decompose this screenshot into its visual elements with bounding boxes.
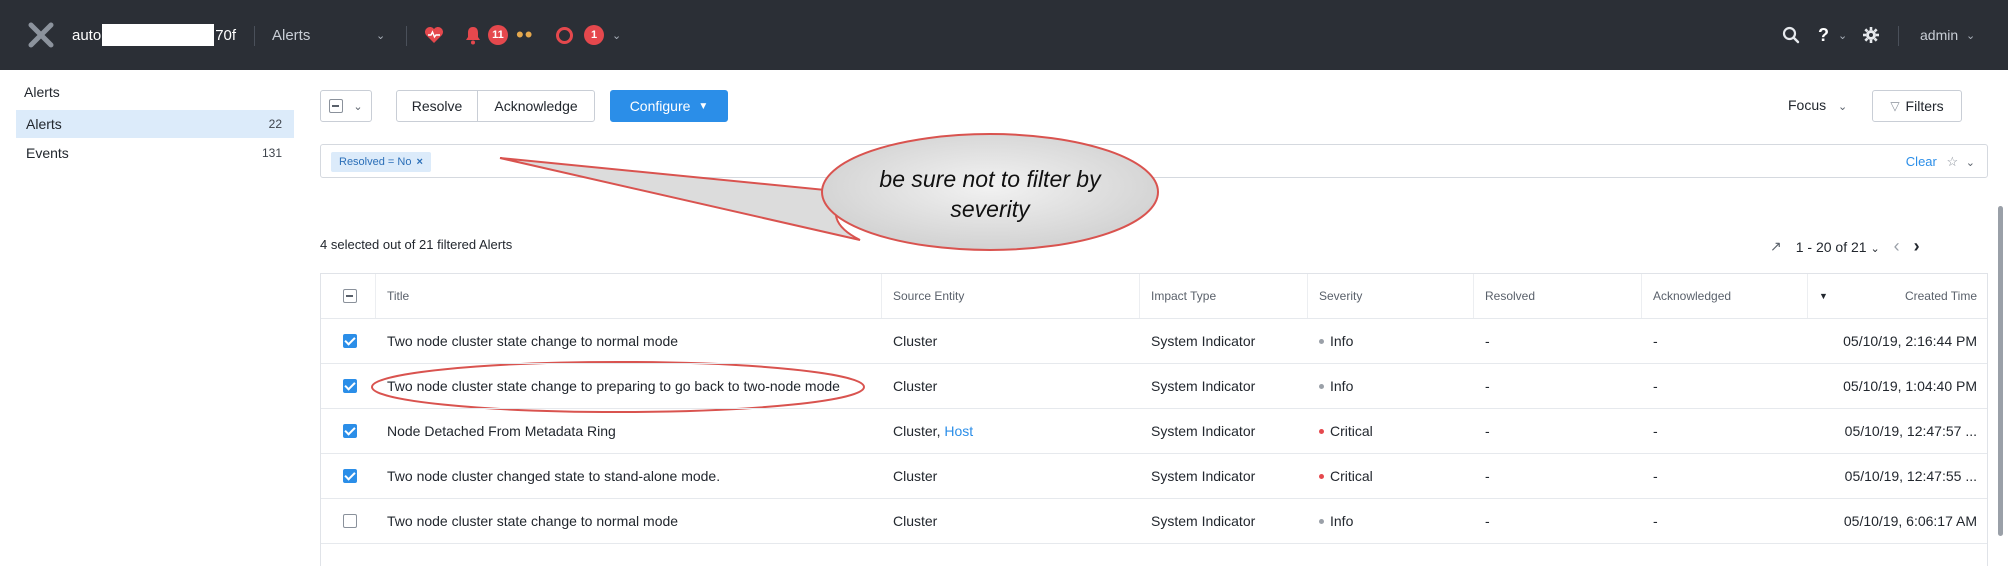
severity-dot-icon: [1319, 383, 1324, 389]
select-all-checkbox[interactable]: [343, 274, 357, 318]
row-checkbox[interactable]: [343, 409, 357, 453]
resolved-value: -: [1485, 423, 1490, 439]
severity-dot-icon: [1319, 338, 1324, 344]
row-checkbox[interactable]: [343, 319, 357, 363]
acknowledged-value: -: [1653, 468, 1658, 484]
source-entity: Cluster: [893, 513, 938, 529]
severity-dot-icon: [1319, 518, 1324, 524]
table-row[interactable]: Two node cluster changed state to stand-…: [321, 454, 1987, 499]
alert-title[interactable]: Node Detached From Metadata Ring: [387, 409, 616, 453]
severity-dot-icon: [1319, 428, 1324, 434]
severity: Critical: [1319, 409, 1373, 453]
alerts-table: Title Source Entity Impact Type Severity…: [320, 273, 1988, 566]
resolved-value: -: [1485, 468, 1490, 484]
column-header-impact-type[interactable]: Impact Type: [1151, 274, 1216, 318]
resolved-value: -: [1485, 333, 1490, 349]
impact-type: System Indicator: [1151, 513, 1256, 529]
row-checkbox[interactable]: [343, 364, 357, 408]
severity: Critical: [1319, 454, 1373, 498]
acknowledged-value: -: [1653, 423, 1658, 439]
alert-title[interactable]: Two node cluster state change to prepari…: [387, 364, 840, 408]
impact-type: System Indicator: [1151, 378, 1256, 394]
table-row[interactable]: Two node cluster state change to normal …: [321, 499, 1987, 544]
sort-descending-icon[interactable]: ▼: [1819, 274, 1828, 318]
column-header-title[interactable]: Title: [387, 274, 409, 318]
acknowledged-value: -: [1653, 513, 1658, 529]
created-time: 05/10/19, 12:47:57 ...: [1844, 423, 1977, 439]
source-entity: Cluster: [893, 378, 938, 394]
column-header-source-entity[interactable]: Source Entity: [893, 274, 964, 318]
pagination: ↗ 1 - 20 of 21 ⌄ ‹ ›: [1770, 236, 1920, 257]
vertical-scrollbar[interactable]: [1998, 206, 2003, 536]
table-row[interactable]: Two node cluster state change to prepari…: [321, 364, 1987, 409]
severity: Info: [1319, 364, 1353, 408]
severity: Info: [1319, 319, 1353, 363]
row-checkbox[interactable]: [343, 454, 357, 498]
selection-summary: 4 selected out of 21 filtered Alerts: [320, 237, 513, 252]
table-header-row: Title Source Entity Impact Type Severity…: [321, 274, 1987, 319]
alert-title[interactable]: Two node cluster state change to normal …: [387, 499, 678, 543]
column-header-acknowledged[interactable]: Acknowledged: [1653, 274, 1731, 318]
resolved-value: -: [1485, 513, 1490, 529]
column-header-severity[interactable]: Severity: [1319, 274, 1362, 318]
impact-type: System Indicator: [1151, 468, 1256, 484]
created-time: 05/10/19, 2:16:44 PM: [1843, 333, 1977, 349]
column-header-created-time[interactable]: Created Time: [1905, 274, 1977, 318]
next-page-icon[interactable]: ›: [1914, 236, 1920, 257]
source-entity: Cluster, Host: [893, 423, 974, 439]
source-entity: Cluster: [893, 333, 938, 349]
alert-title[interactable]: Two node cluster changed state to stand-…: [387, 454, 720, 498]
source-entity: Cluster: [893, 468, 938, 484]
table-row[interactable]: Two node cluster state change to normal …: [321, 319, 1987, 364]
source-entity-link[interactable]: Host: [944, 423, 973, 439]
annotation-text: be sure not to filter by severity: [879, 166, 1101, 222]
alert-title[interactable]: Two node cluster state change to normal …: [387, 319, 678, 363]
severity-dot-icon: [1319, 473, 1324, 479]
previous-page-icon[interactable]: ‹: [1894, 236, 1900, 257]
pagination-range[interactable]: 1 - 20 of 21 ⌄: [1796, 239, 1880, 255]
resolved-value: -: [1485, 378, 1490, 394]
created-time: 05/10/19, 6:06:17 AM: [1843, 513, 1977, 529]
impact-type: System Indicator: [1151, 423, 1256, 439]
export-icon[interactable]: ↗: [1770, 238, 1782, 255]
impact-type: System Indicator: [1151, 333, 1256, 349]
row-checkbox[interactable]: [343, 499, 357, 543]
acknowledged-value: -: [1653, 333, 1658, 349]
created-time: 05/10/19, 12:47:55 ...: [1844, 468, 1977, 484]
acknowledged-value: -: [1653, 378, 1658, 394]
column-header-resolved[interactable]: Resolved: [1485, 274, 1535, 318]
created-time: 05/10/19, 1:04:40 PM: [1843, 378, 1977, 394]
severity: Info: [1319, 499, 1353, 543]
table-row[interactable]: Node Detached From Metadata Ring Cluster,…: [321, 409, 1987, 454]
